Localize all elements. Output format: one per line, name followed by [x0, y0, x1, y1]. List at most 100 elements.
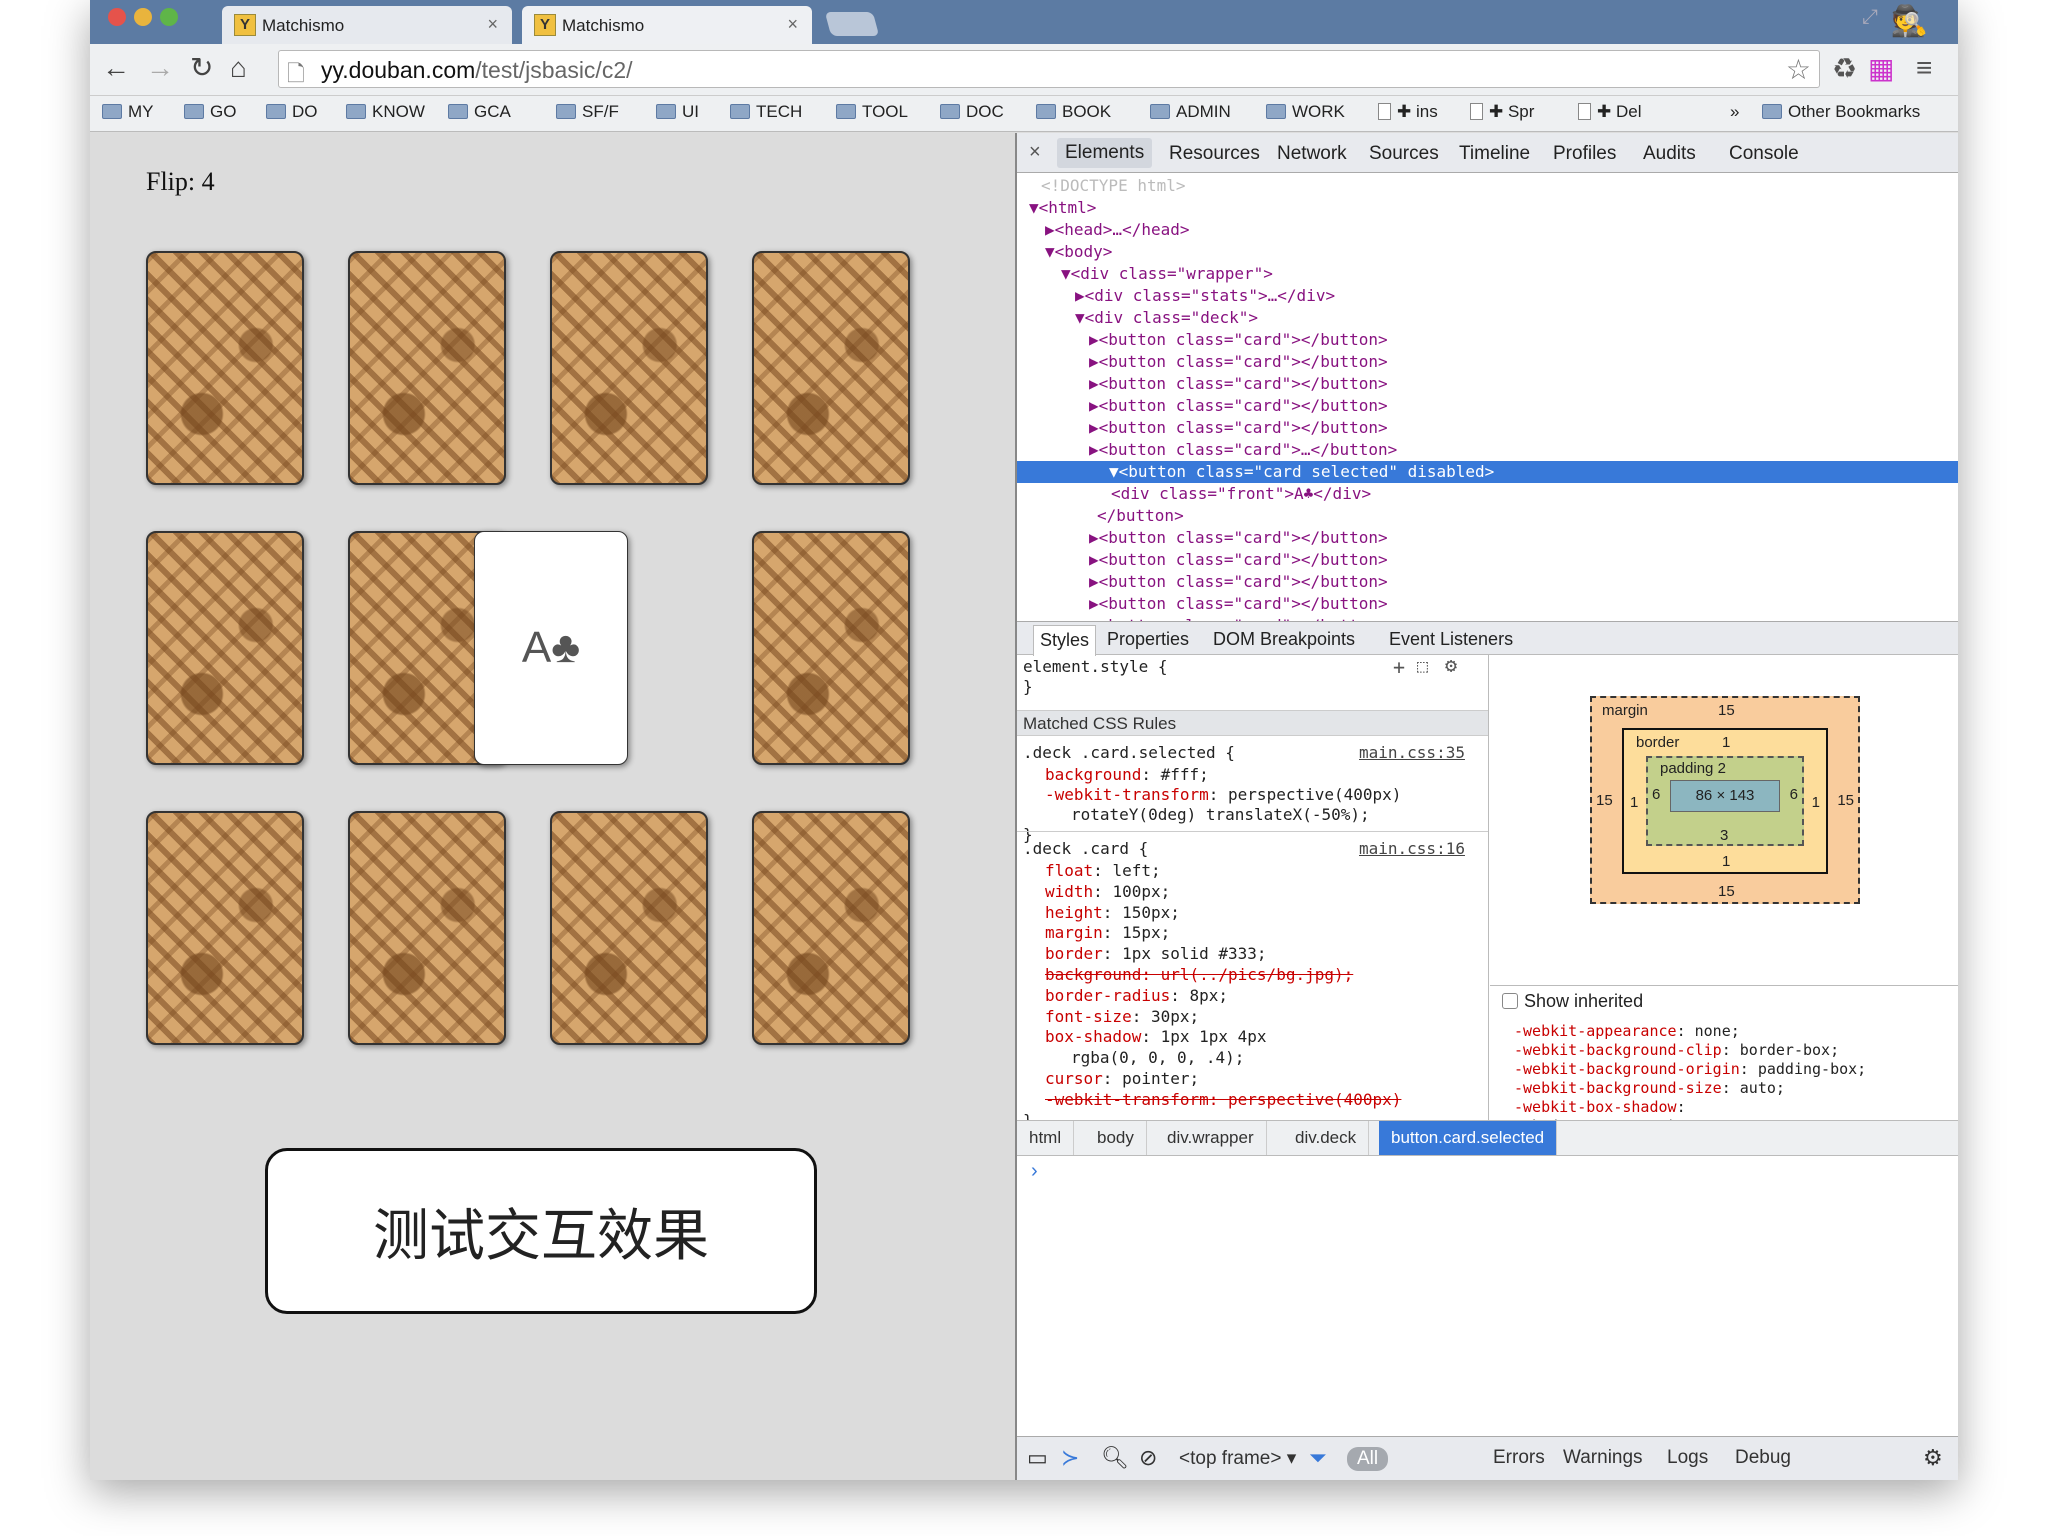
css-declaration[interactable]: rotateY(0deg) translateX(-50%);: [1071, 805, 1370, 825]
fullscreen-icon[interactable]: ⤢: [1862, 6, 1878, 29]
dom-node[interactable]: ▼<body>: [1045, 241, 1112, 263]
tab-close-icon[interactable]: ×: [787, 14, 798, 35]
dom-node-selected[interactable]: ▼<button class="card selected" disabled>: [1017, 461, 1958, 483]
bookmark-item[interactable]: MY: [102, 102, 154, 122]
computed-property[interactable]: -webkit-background-clip: border-box;: [1514, 1041, 1839, 1060]
dom-node[interactable]: ▶<button class="card"></button>: [1089, 549, 1388, 571]
card-back[interactable]: [146, 811, 304, 1045]
devtools-tab-timeline[interactable]: Timeline: [1459, 143, 1530, 165]
bookmark-item[interactable]: KNOW: [346, 102, 425, 122]
forward-icon[interactable]: →: [146, 54, 174, 82]
bookmark-item[interactable]: WORK: [1266, 102, 1345, 122]
filter-logs[interactable]: Logs: [1667, 1447, 1708, 1469]
devtools-tab-network[interactable]: Network: [1277, 143, 1347, 165]
devtools-tab-resources[interactable]: Resources: [1169, 143, 1260, 165]
dom-node[interactable]: ▶<button class="card"></button>: [1089, 395, 1388, 417]
devtools-tab-audits[interactable]: Audits: [1643, 143, 1696, 165]
dom-node[interactable]: ▶<button class="card"></button>: [1089, 351, 1388, 373]
computed-property[interactable]: -webkit-box-shadow:: [1514, 1098, 1695, 1117]
css-declaration[interactable]: font-size: 30px;: [1045, 1007, 1199, 1027]
bookmark-item[interactable]: UI: [656, 102, 699, 122]
settings-gear-icon[interactable]: ⚙: [1923, 1445, 1943, 1471]
rule-selector[interactable]: .deck .card.selected {: [1023, 743, 1235, 763]
frame-selector[interactable]: <top frame> ▾: [1179, 1447, 1296, 1470]
breadcrumb-item[interactable]: body: [1085, 1121, 1147, 1155]
console-drawer-icon[interactable]: ≻: [1061, 1445, 1079, 1471]
bookmark-star-icon[interactable]: ☆: [1786, 53, 1811, 86]
reload-icon[interactable]: ↻: [190, 54, 213, 82]
card-back[interactable]: [348, 251, 506, 485]
sidebar-tab-styles[interactable]: Styles: [1033, 625, 1097, 656]
dom-node[interactable]: </button>: [1097, 505, 1184, 527]
dom-node[interactable]: ▶<button class="card"></button>: [1089, 373, 1388, 395]
css-declaration[interactable]: -webkit-transform: perspective(400px): [1045, 785, 1401, 805]
bookmarks-overflow-icon[interactable]: »: [1730, 102, 1739, 122]
recycle-extension-icon[interactable]: ♻: [1832, 52, 1857, 85]
other-bookmarks[interactable]: Other Bookmarks: [1762, 102, 1920, 122]
bookmark-item[interactable]: ✚ Spr: [1470, 102, 1534, 122]
dom-node[interactable]: ▶<div class="stats">…</div>: [1075, 285, 1335, 307]
css-declaration[interactable]: border-radius: 8px;: [1045, 986, 1228, 1006]
computed-property[interactable]: -webkit-background-size: auto;: [1514, 1079, 1785, 1098]
computed-property[interactable]: -webkit-appearance: none;: [1514, 1022, 1740, 1041]
card-back[interactable]: [146, 251, 304, 485]
bookmark-item[interactable]: GCA: [448, 102, 511, 122]
dom-node[interactable]: ▶<button class="card"></button>: [1089, 417, 1388, 439]
browser-tab[interactable]: Y Matchismo ×: [222, 6, 512, 44]
css-declaration[interactable]: background: #fff;: [1045, 765, 1209, 785]
search-icon[interactable]: 🔍︎: [1101, 1445, 1129, 1471]
css-declaration[interactable]: height: 150px;: [1045, 903, 1180, 923]
dom-node[interactable]: ▼<div class="wrapper">: [1061, 263, 1273, 285]
bookmark-item[interactable]: ✚ ins: [1378, 102, 1438, 122]
css-declaration[interactable]: background: url(../pics/bg.jpg);: [1045, 965, 1353, 985]
devtools-tab-console[interactable]: Console: [1729, 143, 1799, 165]
sidebar-tab-event-listeners[interactable]: Event Listeners: [1389, 629, 1513, 650]
element-state-icon[interactable]: ⬚: [1417, 657, 1428, 677]
css-declaration[interactable]: float: left;: [1045, 861, 1161, 881]
css-declaration[interactable]: margin: 15px;: [1045, 923, 1170, 943]
dom-node[interactable]: ▶<head>…</head>: [1045, 219, 1190, 241]
bookmark-item[interactable]: TOOL: [836, 102, 908, 122]
dom-node[interactable]: <!DOCTYPE html>: [1041, 175, 1186, 197]
dom-node[interactable]: ▶<button class="card"></button>: [1089, 571, 1388, 593]
bookmark-item[interactable]: BOOK: [1036, 102, 1111, 122]
dom-node[interactable]: <div class="front">A♣</div>: [1111, 483, 1371, 505]
dom-node[interactable]: ▶<button class="card"></button>: [1089, 329, 1388, 351]
clear-console-icon[interactable]: ⊘: [1139, 1445, 1157, 1471]
element-style-rule[interactable]: element.style {: [1023, 657, 1168, 677]
bookmark-item[interactable]: ✚ Del: [1578, 102, 1641, 122]
devtools-tab-profiles[interactable]: Profiles: [1553, 143, 1616, 165]
css-declaration[interactable]: width: 100px;: [1045, 882, 1170, 902]
address-bar[interactable]: 🗋 yy.douban.com/test/jsbasic/c2/ ☆: [278, 50, 1820, 88]
css-declaration[interactable]: -webkit-transform: perspective(400px): [1045, 1090, 1401, 1110]
rule-source-link[interactable]: main.css:35: [1359, 743, 1465, 763]
card-back[interactable]: [348, 811, 506, 1045]
card-back[interactable]: [752, 531, 910, 765]
new-tab-button[interactable]: [824, 12, 880, 36]
devtools-tab-elements[interactable]: Elements: [1057, 138, 1153, 168]
card-back[interactable]: [146, 531, 304, 765]
dom-node[interactable]: ▶<button class="card">…</button>: [1089, 439, 1397, 461]
show-inherited-checkbox[interactable]: Show inherited: [1502, 992, 1643, 1011]
css-declaration[interactable]: rgba(0, 0, 0, .4);: [1071, 1048, 1244, 1068]
rule-source-link[interactable]: main.css:16: [1359, 839, 1465, 859]
back-icon[interactable]: ←: [102, 54, 130, 82]
home-icon[interactable]: ⌂: [230, 54, 247, 82]
filter-errors[interactable]: Errors: [1493, 1447, 1545, 1469]
breadcrumb-item[interactable]: div.wrapper: [1155, 1121, 1267, 1155]
breadcrumb-item[interactable]: div.deck: [1283, 1121, 1370, 1155]
rule-selector[interactable]: .deck .card {: [1023, 839, 1148, 859]
bookmark-item[interactable]: SF/F: [556, 102, 619, 122]
dom-node[interactable]: ▶<button class="card"></button>: [1089, 593, 1388, 615]
dom-node[interactable]: ▼<html>: [1029, 197, 1096, 219]
bookmark-item[interactable]: DOC: [940, 102, 1004, 122]
devtools-close-icon[interactable]: ×: [1029, 141, 1041, 164]
devtools-tab-sources[interactable]: Sources: [1369, 143, 1439, 165]
settings-gear-icon[interactable]: ⚙: [1445, 655, 1457, 675]
card-back[interactable]: [550, 811, 708, 1045]
filter-debug[interactable]: Debug: [1735, 1447, 1791, 1469]
css-declaration[interactable]: cursor: pointer;: [1045, 1069, 1199, 1089]
color-extension-icon[interactable]: ▦: [1868, 52, 1894, 85]
bookmark-item[interactable]: ADMIN: [1150, 102, 1231, 122]
dom-node[interactable]: ▶<button class="card"></button>: [1089, 527, 1388, 549]
